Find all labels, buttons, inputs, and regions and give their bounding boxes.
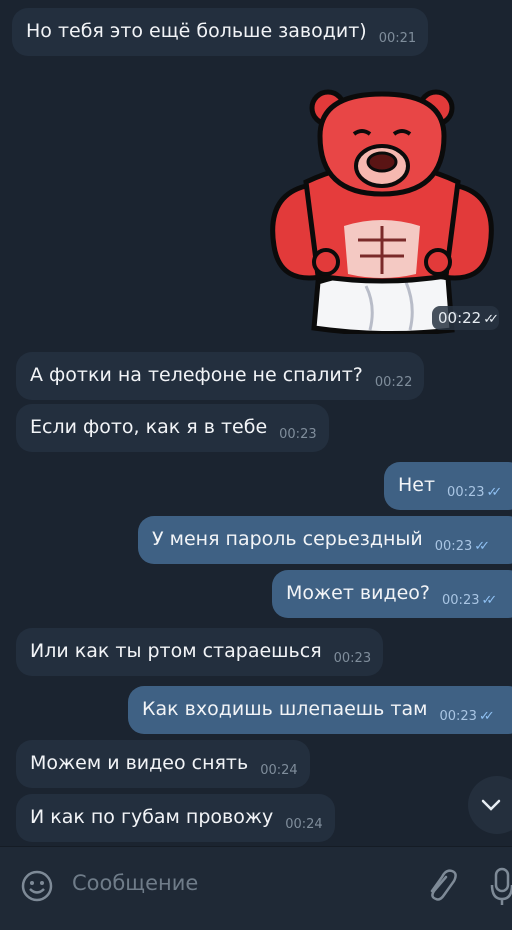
- message-text: Но тебя это ещё больше заводит): [26, 20, 367, 42]
- chat-history[interactable]: Но тебя это ещё больше заводит) 00:21 00:…: [0, 0, 512, 846]
- message-time: 00:23: [447, 485, 485, 500]
- message-text: И как по губам провожу: [30, 806, 274, 828]
- message-incoming[interactable]: Но тебя это ещё больше заводит) 00:21: [12, 8, 429, 56]
- message-outgoing[interactable]: У меня пароль серьездный 00:23 ✓✓: [138, 516, 512, 564]
- message-text: А фотки на телефоне не спалит?: [30, 364, 363, 386]
- double-check-icon: ✓✓: [474, 539, 490, 554]
- message-incoming[interactable]: Можем и видео снять 00:24: [16, 740, 310, 788]
- message-incoming[interactable]: Если фото, как я в тебе 00:23: [16, 404, 329, 452]
- message-text: Или как ты ртом стараешься: [30, 640, 322, 662]
- composer-bar: Сообщение: [0, 846, 512, 930]
- message-time: 00:24: [285, 817, 323, 832]
- message-text: Можем и видео снять: [30, 752, 249, 774]
- message-input[interactable]: Сообщение: [72, 871, 198, 895]
- message-text: Если фото, как я в тебе: [30, 416, 268, 438]
- scroll-down-button[interactable]: [468, 776, 512, 834]
- message-outgoing[interactable]: Как входишь шлепаешь там 00:23 ✓✓: [128, 686, 512, 734]
- message-incoming[interactable]: А фотки на телефоне не спалит? 00:22: [16, 352, 425, 400]
- message-incoming[interactable]: И как по губам провожу 00:24: [16, 794, 335, 842]
- double-check-icon: ✓✓: [481, 593, 497, 608]
- message-time: 00:22: [374, 375, 413, 390]
- message-time: 00:23: [434, 539, 473, 554]
- message-time: 00:23: [279, 427, 317, 442]
- message-outgoing[interactable]: Нет 00:23 ✓✓: [384, 462, 512, 510]
- message-time: 00:21: [378, 31, 417, 46]
- message-time: 00:24: [260, 763, 298, 778]
- double-check-icon: ✓✓: [478, 709, 495, 724]
- mic-icon[interactable]: [490, 867, 512, 907]
- bear-sticker[interactable]: [266, 86, 498, 334]
- sticker-timestamp: 00:22 ✓✓: [432, 306, 500, 330]
- emoji-icon[interactable]: [20, 869, 54, 903]
- message-outgoing[interactable]: Может видео? 00:23 ✓✓: [272, 570, 512, 618]
- message-text: Как входишь шлепаешь там: [142, 698, 428, 720]
- message-time: 00:23: [439, 709, 477, 724]
- attach-icon[interactable]: [424, 867, 458, 905]
- chevron-down-icon: [481, 799, 501, 811]
- message-time: 00:22: [438, 309, 482, 327]
- message-time: 00:23: [333, 651, 372, 666]
- double-check-icon: ✓✓: [486, 485, 503, 500]
- message-text: Может видео?: [286, 582, 431, 604]
- message-time: 00:23: [442, 593, 480, 608]
- message-text: У меня пароль серьездный: [152, 528, 423, 550]
- message-text: Нет: [398, 474, 436, 496]
- message-incoming[interactable]: Или как ты ртом стараешься 00:23: [16, 628, 384, 676]
- double-check-icon: ✓✓: [483, 312, 499, 327]
